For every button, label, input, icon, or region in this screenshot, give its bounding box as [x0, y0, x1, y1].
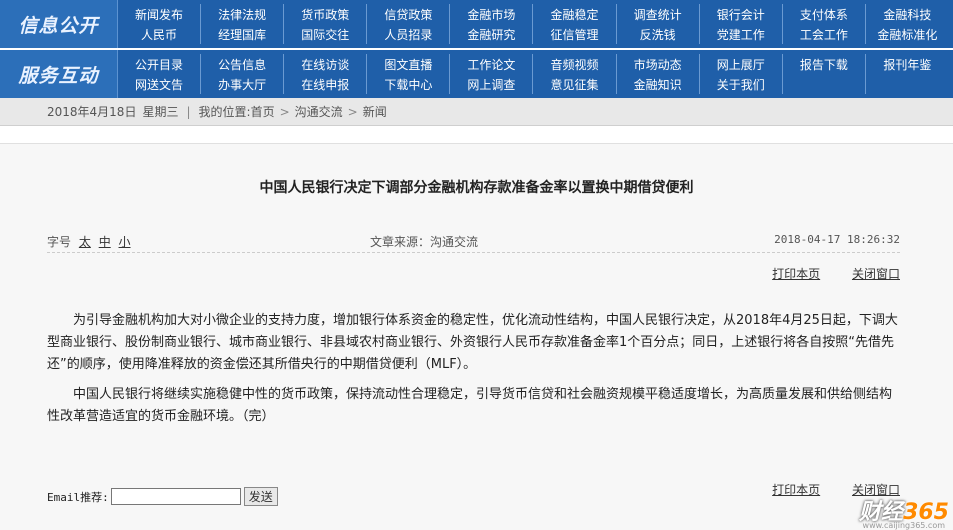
info-nav-link[interactable]: 金融标准化: [866, 24, 949, 44]
info-nav-link[interactable]: 法律法规: [201, 4, 285, 24]
info-nav-link[interactable]: 银行会计: [700, 4, 783, 24]
info-nav-link[interactable]: 新闻发布: [118, 4, 202, 24]
info-nav-link[interactable]: 货币政策: [284, 4, 368, 24]
info-nav-link[interactable]: 工会工作: [783, 24, 866, 44]
info-nav-link[interactable]: 经理国库: [201, 24, 285, 44]
info-nav-grid: 新闻发布 法律法规 货币政策 信贷政策 金融市场 金融稳定 调查统计 银行会计 支付体系 金融科技…: [118, 0, 953, 48]
article-panel: 中国人民银行决定下调部分金融机构存款准备金率以置换中期借贷便利 字号 太 中 小…: [0, 143, 953, 530]
breadcrumb-communication[interactable]: 沟通交流: [295, 103, 343, 120]
meta-divider: [47, 252, 900, 253]
service-band-title: 服务互动: [0, 50, 118, 98]
close-window-link[interactable]: 关闭窗口: [852, 267, 900, 281]
info-nav-link[interactable]: 反洗钱: [617, 24, 700, 44]
service-nav-link[interactable]: 关于我们: [700, 74, 783, 94]
info-nav-link[interactable]: 金融科技: [866, 4, 949, 24]
email-input[interactable]: [110, 488, 241, 505]
location-label: 我的位置:: [198, 105, 251, 119]
service-nav-link[interactable]: 在线访谈: [284, 54, 368, 74]
breadcrumb-separator: |: [186, 104, 191, 119]
service-nav-link[interactable]: 办事大厅: [201, 74, 285, 94]
info-nav-band: 信息公开 新闻发布 法律法规 货币政策 信贷政策 金融市场 金融稳定 调查统计 银行会计 支付体…: [0, 0, 953, 48]
font-size-medium[interactable]: 中: [99, 235, 111, 249]
breadcrumb-arrow: >: [347, 104, 358, 119]
service-nav-link[interactable]: 网上展厅: [700, 54, 783, 74]
page: 信息公开 新闻发布 法律法规 货币政策 信贷政策 金融市场 金融稳定 调查统计 银行会计 支付体…: [0, 0, 953, 530]
info-nav-link[interactable]: 金融稳定: [533, 4, 617, 24]
service-nav-link[interactable]: 网上调查: [450, 74, 534, 94]
article-paragraph: 为引导金融机构加大对小微企业的支持力度，增加银行体系资金的稳定性，优化流动性结构…: [47, 313, 898, 372]
print-page-link[interactable]: 打印本页: [772, 267, 820, 281]
info-band-title: 信息公开: [0, 0, 118, 48]
service-nav-band: 服务互动 公开目录 公告信息 在线访谈 图文直播 工作论文 音频视频 市场动态 网上展厅 报告下…: [0, 50, 953, 98]
article-title: 中国人民银行决定下调部分金融机构存款准备金率以置换中期借贷便利: [259, 180, 694, 196]
service-nav-grid: 公开目录 公告信息 在线访谈 图文直播 工作论文 音频视频 市场动态 网上展厅 报告下载 报刊年鉴…: [118, 50, 953, 98]
breadcrumb-news[interactable]: 新闻: [363, 103, 387, 120]
breadcrumb-arrow: >: [279, 104, 290, 119]
service-nav-link[interactable]: 工作论文: [450, 54, 534, 74]
service-nav-link[interactable]: 公开目录: [118, 54, 202, 74]
service-nav-link[interactable]: 网送文告: [118, 74, 202, 94]
service-nav-link[interactable]: 市场动态: [617, 54, 700, 74]
print-page-link[interactable]: 打印本页: [772, 483, 820, 497]
service-nav-link[interactable]: 金融知识: [617, 74, 700, 94]
info-nav-link[interactable]: 国际交往: [284, 24, 368, 44]
info-nav-link[interactable]: 人员招录: [367, 24, 451, 44]
service-nav-link: [783, 74, 866, 94]
email-label: Email推荐:: [47, 490, 109, 504]
service-nav-link[interactable]: 音频视频: [533, 54, 617, 74]
service-nav-link[interactable]: 报告下载: [783, 54, 866, 74]
service-nav-link[interactable]: 公告信息: [201, 54, 285, 74]
info-nav-link[interactable]: 金融市场: [450, 4, 534, 24]
article-datetime: 2018-04-17 18:26:32: [774, 233, 900, 246]
service-nav-link[interactable]: 图文直播: [367, 54, 451, 74]
service-nav-link[interactable]: 下载中心: [367, 74, 451, 94]
article-paragraph: 中国人民银行将继续实施稳健中性的货币政策，保持流动性合理稳定，引导货币信贷和社会…: [47, 387, 893, 424]
article-source: 文章来源：沟通交流: [370, 235, 479, 249]
info-nav-link[interactable]: 党建工作: [700, 24, 783, 44]
article-body: 为引导金融机构加大对小微企业的支持力度，增加银行体系资金的稳定性，优化流动性结构…: [47, 310, 900, 436]
current-weekday: 星期三: [142, 105, 179, 119]
send-button[interactable]: 发送: [243, 487, 278, 506]
service-nav-link[interactable]: 在线申报: [284, 74, 368, 94]
service-nav-link: [866, 74, 949, 94]
font-size-label: 字号: [47, 235, 72, 249]
article-meta: 字号 太 中 小 文章来源：沟通交流 2018-04-17 18:26:32: [47, 231, 900, 251]
breadcrumb-bar: 2018年4月18日 星期三 | 我的位置: 首页 > 沟通交流 > 新闻: [0, 98, 953, 126]
email-recommend: Email推荐: 发送: [47, 487, 278, 506]
info-nav-link[interactable]: 征信管理: [533, 24, 617, 44]
font-size-control: 字号 太 中 小: [47, 233, 131, 250]
info-nav-link[interactable]: 金融研究: [450, 24, 534, 44]
info-nav-link[interactable]: 人民币: [118, 24, 202, 44]
font-size-large[interactable]: 太: [79, 235, 91, 249]
watermark-url: www.caijing365.com: [862, 521, 945, 530]
service-nav-link[interactable]: 意见征集: [533, 74, 617, 94]
info-nav-link[interactable]: 支付体系: [783, 4, 866, 24]
service-nav-link[interactable]: 报刊年鉴: [866, 54, 949, 74]
info-nav-link[interactable]: 信贷政策: [367, 4, 451, 24]
current-date: 2018年4月18日: [47, 105, 137, 119]
info-nav-link[interactable]: 调查统计: [617, 4, 700, 24]
article-actions-top: 打印本页 关闭窗口: [744, 265, 900, 282]
font-size-small[interactable]: 小: [119, 235, 131, 249]
breadcrumb-home[interactable]: 首页: [251, 103, 275, 120]
